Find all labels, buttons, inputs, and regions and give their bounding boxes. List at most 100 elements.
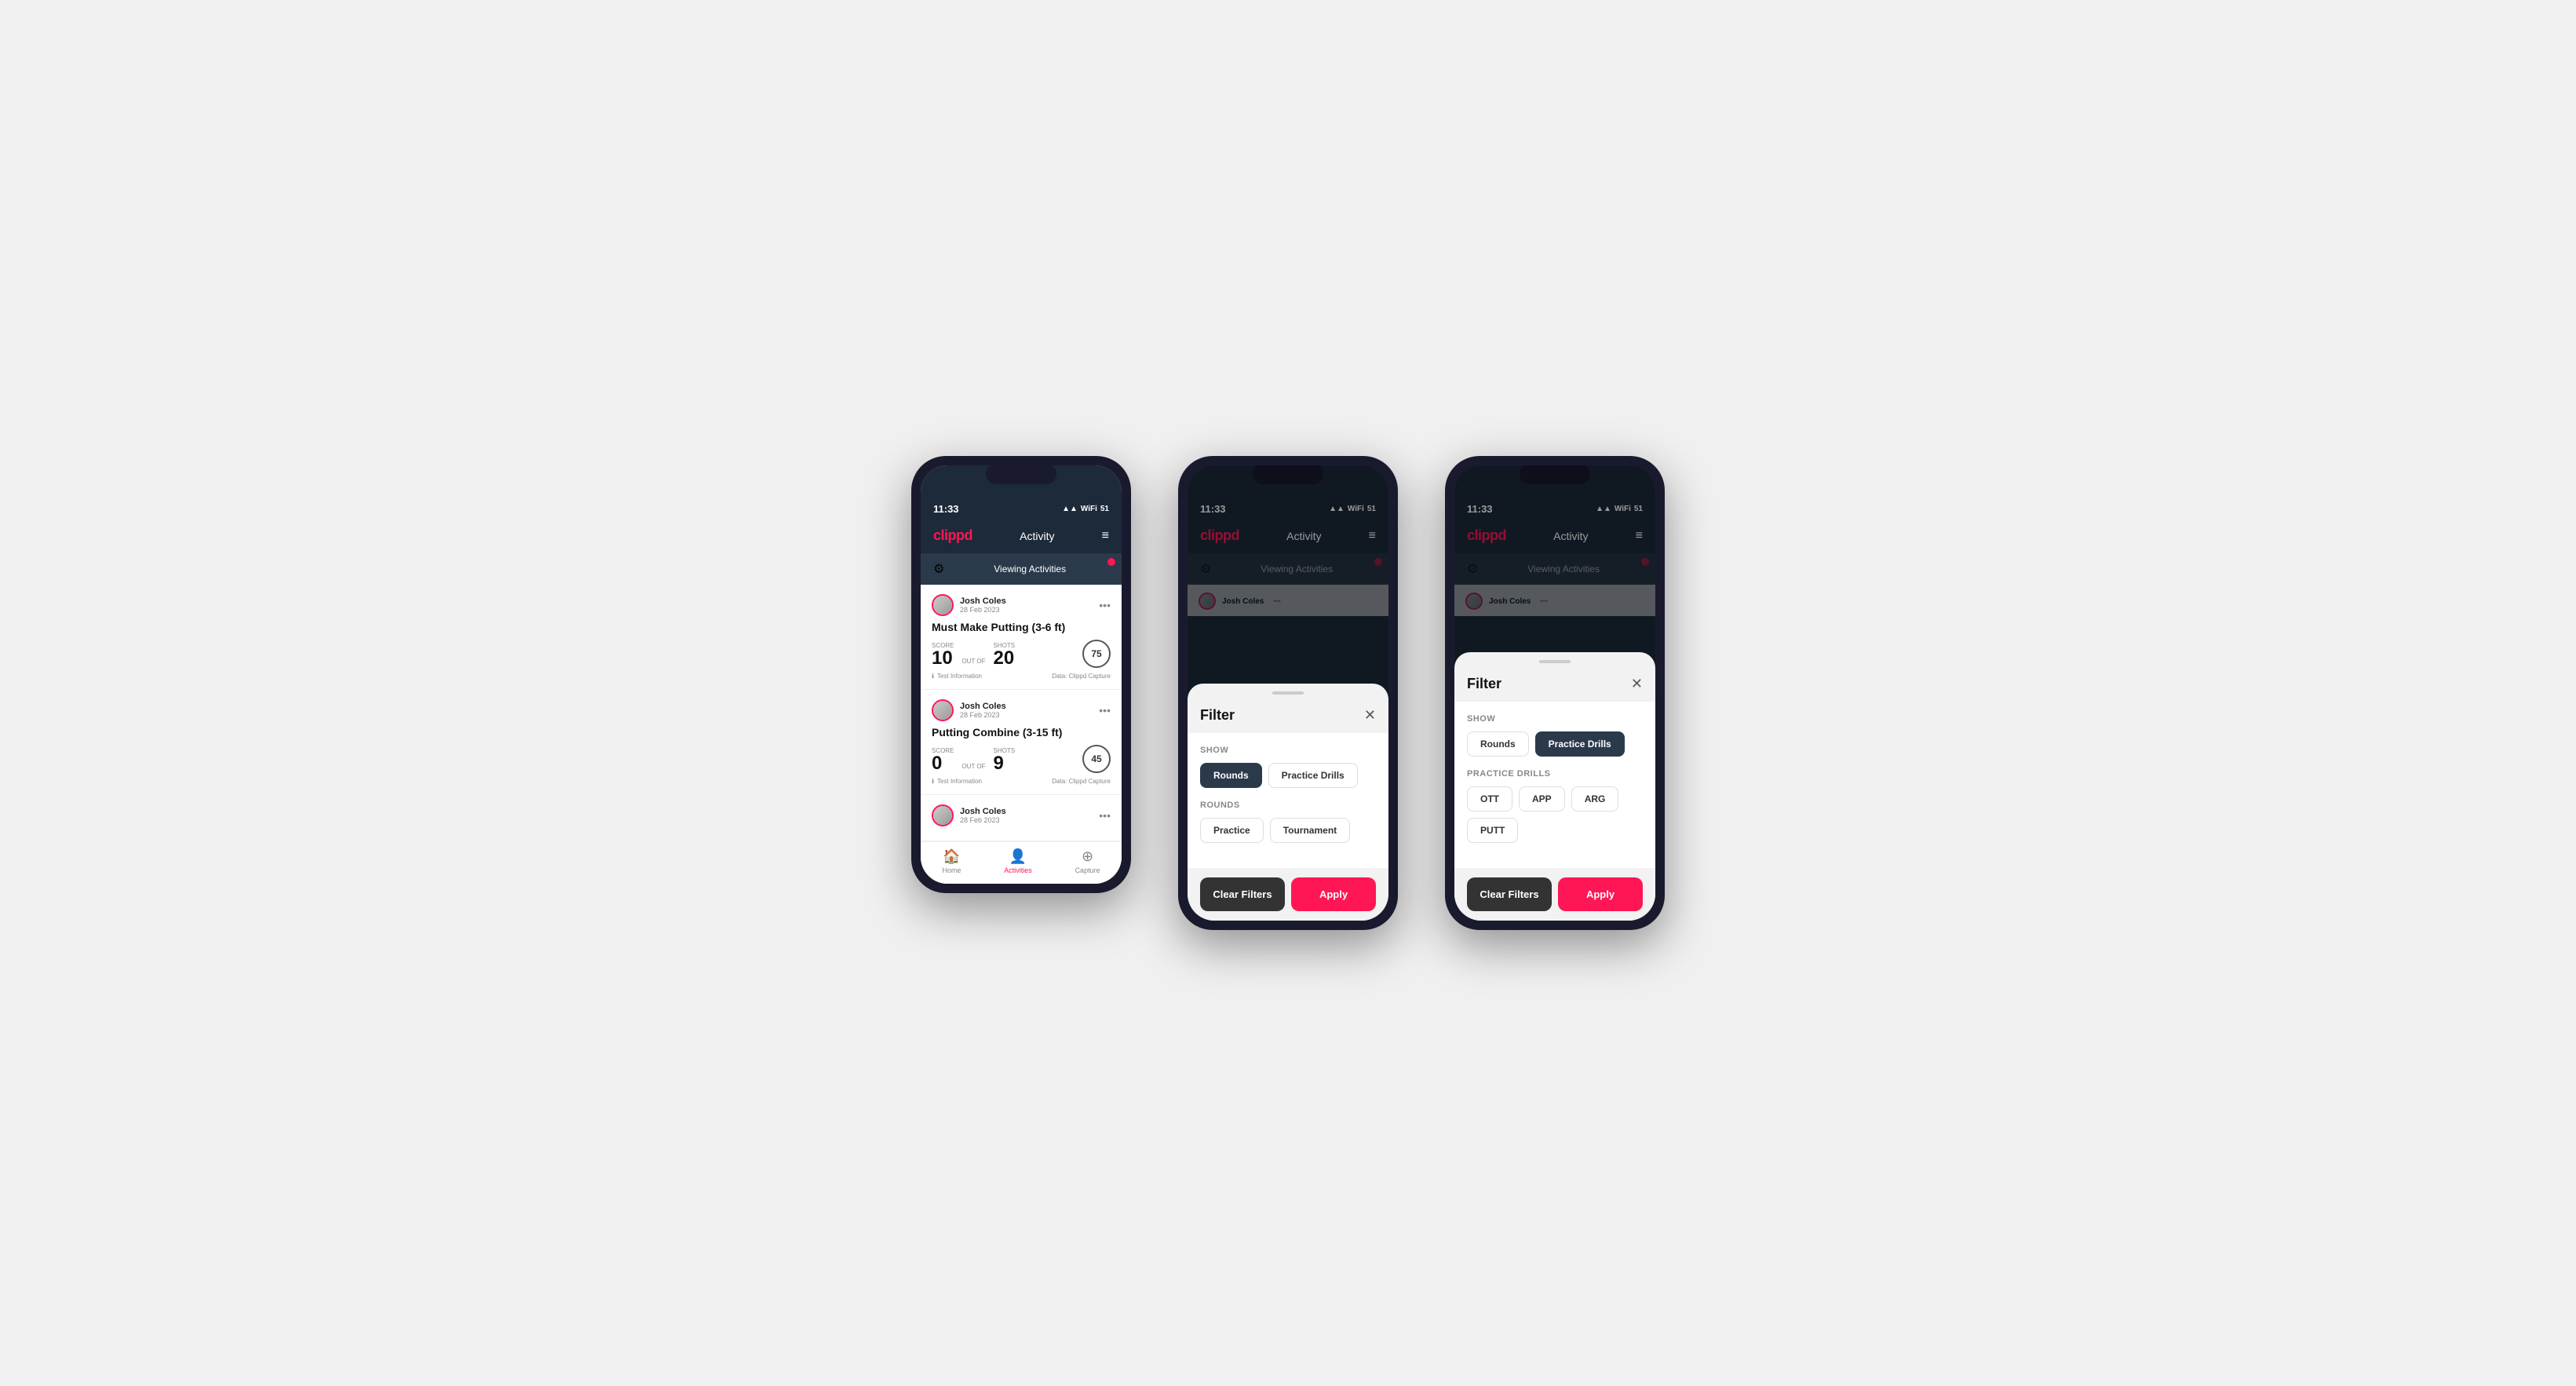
filter-close-3[interactable]: ✕ [1631, 676, 1643, 692]
signal-icon: ▲▲ [1062, 505, 1078, 513]
user-date-3: 28 Feb 2023 [960, 816, 1006, 824]
shots-col-1: Shots 20 [994, 642, 1016, 668]
filter-btn-practice-drills-3[interactable]: Practice Drills [1535, 731, 1625, 757]
phone-1: 11:33 ▲▲ WiFi 51 clippd Activity ≡ ⚙ Vie… [911, 456, 1131, 893]
nav-capture-label: Capture [1075, 866, 1100, 874]
avatar-name-1: Josh Coles 28 Feb 2023 [932, 594, 1006, 616]
activity-footer-1: ℹ Test Information Data: Clippd Capture [932, 673, 1111, 680]
activity-footer-2: ℹ Test Information Data: Clippd Capture [932, 778, 1111, 785]
user-name-3: Josh Coles [960, 807, 1006, 816]
filter-header-3: Filter ✕ [1454, 663, 1655, 702]
activity-list-1: Josh Coles 28 Feb 2023 ••• Must Make Put… [921, 585, 1122, 841]
apply-btn-3[interactable]: Apply [1558, 877, 1643, 911]
clear-filters-btn-3[interactable]: Clear Filters [1467, 877, 1552, 911]
viewing-bar-label-1: Viewing Activities [950, 564, 1109, 574]
activity-item-3: Josh Coles 28 Feb 2023 ••• [921, 795, 1122, 841]
shot-quality-badge-1: Shot Quality 75 [1082, 640, 1111, 668]
filter-show-label-2: Show [1200, 746, 1376, 755]
filter-sheet-2: Filter ✕ Show Rounds Practice Drills Rou… [1188, 684, 1388, 921]
filter-rounds-options-2: Practice Tournament [1200, 818, 1376, 843]
shots-value-2: 9 [994, 754, 1016, 773]
avatar-3 [932, 804, 954, 826]
phone-2: 11:33 ▲▲ WiFi 51 clippd Activity ≡ ⚙ Vie… [1178, 456, 1398, 930]
phone-3: 11:33 ▲▲ WiFi 51 clippd Activity ≡ ⚙ Vie… [1445, 456, 1665, 930]
filter-btn-practice-drills-2[interactable]: Practice Drills [1268, 763, 1358, 788]
dots-menu-2[interactable]: ••• [1099, 704, 1111, 717]
dots-menu-1[interactable]: ••• [1099, 599, 1111, 611]
user-date-1: 28 Feb 2023 [960, 606, 1006, 614]
apply-btn-2[interactable]: Apply [1291, 877, 1376, 911]
shot-quality-value-1: 75 [1091, 648, 1101, 659]
stats-row-1: Score 10 OUT OF Shots 20 Shot Quality 75 [932, 640, 1111, 668]
filter-btn-app-3[interactable]: APP [1519, 786, 1565, 812]
nav-home-label: Home [942, 866, 961, 874]
shot-quality-badge-2: 45 [1082, 745, 1111, 773]
activity-item-2: Josh Coles 28 Feb 2023 ••• Putting Combi… [921, 690, 1122, 795]
filter-show-options-2: Rounds Practice Drills [1200, 763, 1376, 788]
score-col-1: Score 10 [932, 642, 954, 668]
out-of-2: OUT OF [961, 763, 985, 770]
filter-body-3: Show Rounds Practice Drills Practice Dri… [1454, 702, 1655, 868]
activity-title-1: Must Make Putting (3-6 ft) [932, 621, 1111, 633]
filter-btn-practice-2[interactable]: Practice [1200, 818, 1264, 843]
stats-row-2: Score 0 OUT OF Shots 9 45 [932, 745, 1111, 773]
filter-title-3: Filter [1467, 676, 1501, 692]
phone-1-screen: 11:33 ▲▲ WiFi 51 clippd Activity ≡ ⚙ Vie… [921, 465, 1122, 884]
phone-3-screen: 11:33 ▲▲ WiFi 51 clippd Activity ≡ ⚙ Vie… [1454, 465, 1655, 921]
status-icons-1: ▲▲ WiFi 51 [1062, 505, 1109, 513]
header-title-1: Activity [1020, 530, 1054, 542]
nav-activities-label: Activities [1004, 866, 1032, 874]
activity-item-1: Josh Coles 28 Feb 2023 ••• Must Make Put… [921, 585, 1122, 690]
filter-overlay-3: Filter ✕ Show Rounds Practice Drills Pra… [1454, 465, 1655, 921]
nav-home[interactable]: 🏠 Home [942, 848, 961, 874]
app-header-1: clippd Activity ≡ [921, 521, 1122, 553]
user-name-2: Josh Coles [960, 702, 1006, 711]
info-icon-2: ℹ [932, 778, 934, 785]
logo-1: clippd [933, 527, 972, 544]
avatar-name-3: Josh Coles 28 Feb 2023 [932, 804, 1006, 826]
score-value-1: 10 [932, 649, 954, 668]
nav-capture[interactable]: ⊕ Capture [1075, 848, 1100, 874]
filter-overlay-2: Filter ✕ Show Rounds Practice Drills Rou… [1188, 465, 1388, 921]
data-source-1: Data: Clippd Capture [1052, 673, 1111, 680]
activity-title-2: Putting Combine (3-15 ft) [932, 726, 1111, 739]
nav-activities[interactable]: 👤 Activities [1004, 848, 1032, 874]
filter-practice-drills-label-3: Practice Drills [1467, 769, 1643, 779]
filter-close-2[interactable]: ✕ [1364, 707, 1376, 724]
clear-filters-btn-2[interactable]: Clear Filters [1200, 877, 1285, 911]
score-col-2: Score 0 [932, 747, 954, 773]
activity-item-header-3: Josh Coles 28 Feb 2023 ••• [932, 804, 1111, 826]
score-value-2: 0 [932, 754, 954, 773]
user-info-1: Josh Coles 28 Feb 2023 [960, 596, 1006, 614]
filter-drills-options-3: OTT APP ARG PUTT [1467, 786, 1643, 843]
viewing-settings-icon: ⚙ [933, 561, 944, 577]
filter-btn-rounds-2[interactable]: Rounds [1200, 763, 1262, 788]
filter-show-options-3: Rounds Practice Drills [1467, 731, 1643, 757]
filter-btn-ott-3[interactable]: OTT [1467, 786, 1512, 812]
filter-show-label-3: Show [1467, 714, 1643, 724]
viewing-bar-1[interactable]: ⚙ Viewing Activities [921, 553, 1122, 585]
shot-quality-value-2: 45 [1091, 753, 1101, 764]
user-name-1: Josh Coles [960, 596, 1006, 606]
capture-icon: ⊕ [1082, 848, 1093, 865]
out-of-1: OUT OF [961, 658, 985, 665]
test-info-1: ℹ Test Information [932, 673, 982, 680]
menu-icon-1[interactable]: ≡ [1102, 529, 1109, 543]
activity-item-header-2: Josh Coles 28 Feb 2023 ••• [932, 699, 1111, 721]
test-info-2: ℹ Test Information [932, 778, 982, 785]
scene: 11:33 ▲▲ WiFi 51 clippd Activity ≡ ⚙ Vie… [864, 409, 1712, 977]
avatar-name-2: Josh Coles 28 Feb 2023 [932, 699, 1006, 721]
battery-icon: 51 [1100, 505, 1109, 513]
shots-col-2: Shots 9 [994, 747, 1016, 773]
filter-btn-tournament-2[interactable]: Tournament [1270, 818, 1350, 843]
phone-2-screen: 11:33 ▲▲ WiFi 51 clippd Activity ≡ ⚙ Vie… [1188, 465, 1388, 921]
filter-btn-putt-3[interactable]: PUTT [1467, 818, 1518, 843]
shots-value-1: 20 [994, 649, 1016, 668]
dots-menu-3[interactable]: ••• [1099, 809, 1111, 822]
filter-btn-rounds-3[interactable]: Rounds [1467, 731, 1529, 757]
activities-icon: 👤 [1009, 848, 1027, 865]
filter-header-2: Filter ✕ [1188, 695, 1388, 733]
status-time-1: 11:33 [933, 503, 959, 515]
filter-btn-arg-3[interactable]: ARG [1571, 786, 1619, 812]
filter-sheet-3: Filter ✕ Show Rounds Practice Drills Pra… [1454, 652, 1655, 921]
